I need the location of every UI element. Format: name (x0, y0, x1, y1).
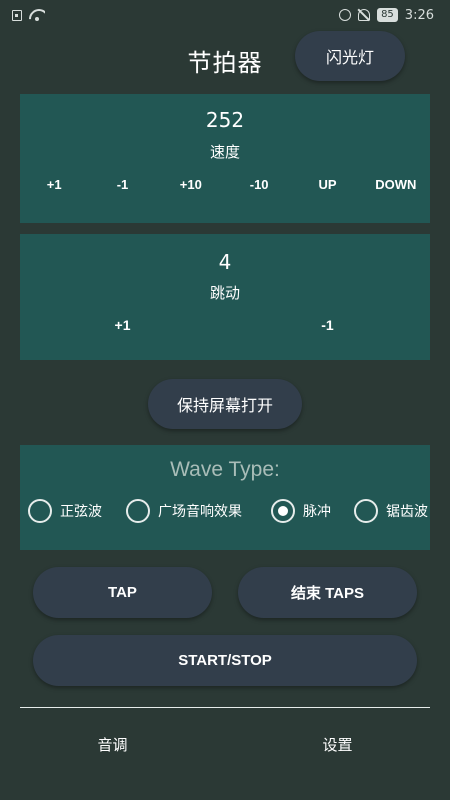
sim-icon (12, 9, 22, 21)
wave-option-sine[interactable]: 正弦波 (28, 499, 102, 523)
radio-button-icon[interactable] (354, 499, 378, 523)
wave-option-sawtooth[interactable]: 锯齿波 (354, 499, 428, 523)
wifi-icon (29, 9, 45, 21)
keep-screen-on-button[interactable]: 保持屏幕打开 (148, 379, 302, 429)
tempo-minus-1-button[interactable]: -1 (88, 177, 156, 192)
status-left (12, 9, 45, 21)
tempo-minus-10-button[interactable]: -10 (225, 177, 293, 192)
divider (20, 707, 430, 708)
tempo-down-button[interactable]: DOWN (362, 177, 430, 192)
beat-value: 4 (218, 250, 232, 274)
nav-item-settings[interactable]: 设置 (225, 720, 450, 770)
beat-label: 跳动 (209, 284, 240, 302)
battery-icon: 85 (377, 8, 398, 22)
wave-type-radio-group: 正弦波 广场音响效果 脉冲 锯齿波 (20, 499, 450, 525)
status-time: 3:26 (404, 7, 434, 23)
beat-plus-1-button[interactable]: +1 (20, 318, 225, 333)
wave-type-panel: Wave Type: 正弦波 广场音响效果 脉冲 锯齿波 (20, 445, 430, 550)
wave-option-label: 正弦波 (60, 504, 102, 520)
wave-option-square[interactable]: 广场音响效果 (126, 499, 242, 523)
tap-button[interactable]: TAP (33, 567, 212, 618)
wave-option-pulse[interactable]: 脉冲 (271, 499, 331, 523)
app-header: 节拍器 闪光灯 (0, 30, 450, 86)
alarm-icon (339, 9, 352, 21)
start-stop-button[interactable]: START/STOP (33, 635, 417, 686)
bottom-nav: 音调 设置 (0, 720, 450, 770)
radio-button-icon[interactable] (28, 499, 52, 523)
tempo-up-button[interactable]: UP (293, 177, 361, 192)
status-right: 85 3:26 (339, 8, 434, 23)
tempo-panel: 252 速度 +1 -1 +10 -10 UP DOWN (20, 94, 430, 223)
tempo-value: 252 (205, 108, 245, 132)
radio-button-checked-icon[interactable] (271, 499, 295, 523)
wave-type-title: Wave Type: (170, 458, 280, 481)
bell-muted-icon (358, 9, 371, 21)
tempo-plus-10-button[interactable]: +10 (157, 177, 225, 192)
end-taps-button[interactable]: 结束 TAPS (238, 567, 417, 618)
wave-option-label: 脉冲 (303, 504, 331, 520)
beat-panel: 4 跳动 +1 -1 (20, 234, 430, 360)
radio-button-icon[interactable] (126, 499, 150, 523)
wave-option-label: 广场音响效果 (158, 504, 242, 520)
beat-step-row: +1 -1 (20, 318, 430, 333)
flashlight-button[interactable]: 闪光灯 (295, 31, 405, 81)
nav-item-tuning[interactable]: 音调 (0, 720, 225, 770)
tempo-plus-1-button[interactable]: +1 (20, 177, 88, 192)
beat-minus-1-button[interactable]: -1 (225, 318, 430, 333)
status-bar: 85 3:26 (0, 0, 450, 30)
tempo-step-row: +1 -1 +10 -10 UP DOWN (20, 177, 430, 192)
tempo-label: 速度 (209, 143, 240, 161)
wave-option-label: 锯齿波 (386, 504, 428, 520)
